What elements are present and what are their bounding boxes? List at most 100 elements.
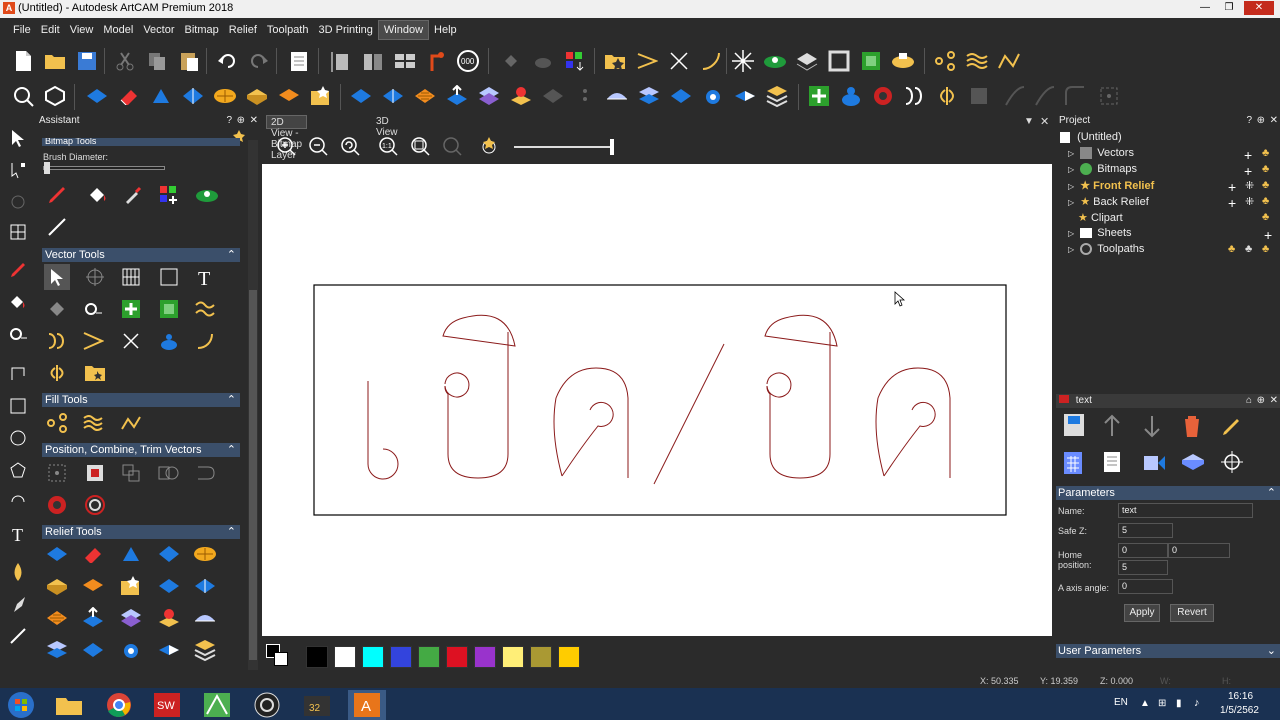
relief-flat-icon[interactable]	[668, 83, 694, 109]
color-swatch-white[interactable]	[334, 646, 356, 668]
favorite-zoom-icon[interactable]	[480, 136, 500, 159]
toolpath-mirror-icon[interactable]	[934, 83, 960, 109]
notes-page-icon[interactable]	[1102, 450, 1122, 477]
nest-icon[interactable]	[82, 460, 108, 486]
star-burst-icon[interactable]	[730, 48, 756, 74]
color-swatch-gold[interactable]	[558, 646, 580, 668]
project-item-toolpaths[interactable]: ▷ Toolpaths	[1068, 243, 1144, 259]
add-front-relief-icon[interactable]: +	[1228, 179, 1236, 195]
move-down-icon[interactable]	[1142, 414, 1162, 441]
relief-tool-d-icon[interactable]	[156, 541, 182, 567]
close-icon[interactable]: ✕	[250, 114, 258, 128]
tab-2d-view[interactable]: 2D View - Bitmap Layer	[266, 115, 308, 161]
vector-jar-icon[interactable]	[156, 328, 182, 354]
select-arrow-icon[interactable]	[6, 126, 30, 150]
node-dots-icon[interactable]	[932, 48, 958, 74]
fill-tools-header[interactable]: Fill Tools ⌃	[42, 393, 240, 407]
relief-button-icon[interactable]	[762, 48, 788, 74]
polyline-icon[interactable]	[996, 48, 1022, 74]
relief-texture-b-icon[interactable]	[412, 83, 438, 109]
fill-polyline-icon[interactable]	[118, 410, 144, 436]
zoom-disabled-icon[interactable]	[442, 136, 462, 159]
pencil-red-icon[interactable]	[6, 258, 30, 282]
align-center-icon[interactable]	[44, 460, 70, 486]
layers-stack-icon[interactable]	[794, 48, 820, 74]
relief-drop-icon[interactable]	[508, 83, 534, 109]
a-axis-angle-input[interactable]: 0	[1118, 579, 1173, 594]
edit-pencil-icon[interactable]	[1220, 414, 1242, 441]
relief-tool-q-icon[interactable]	[80, 637, 106, 663]
tab-3d-view[interactable]: 3D View	[372, 115, 402, 138]
menu-3d-printing[interactable]: 3D Printing	[313, 21, 377, 39]
file-explorer-icon[interactable]	[50, 690, 88, 720]
vector-tools-header[interactable]: Vector Tools ⌃	[42, 248, 240, 262]
relief-layers-icon[interactable]	[636, 83, 662, 109]
vector-scissor-icon[interactable]	[118, 328, 144, 354]
zoom-box-icon[interactable]	[10, 83, 36, 109]
node-square-icon[interactable]	[1096, 83, 1122, 109]
vector-add-green-icon[interactable]	[118, 296, 144, 322]
project-item-front-relief[interactable]: ▷ ★ Front Relief	[1068, 179, 1154, 195]
apply-button[interactable]: Apply	[1124, 604, 1160, 622]
vector-rectangle-icon[interactable]	[156, 264, 182, 290]
vector-select-icon[interactable]	[44, 264, 70, 290]
color-swatch-black[interactable]	[306, 646, 328, 668]
lasso-icon[interactable]	[6, 362, 30, 386]
vector-curve-icon[interactable]	[192, 328, 218, 354]
view-menu-chevron-icon[interactable]: ▼	[1024, 116, 1034, 127]
curve-grey-c-icon[interactable]	[1062, 83, 1088, 109]
clipart-bulb-icon[interactable]: ♣	[1262, 211, 1269, 223]
relief-tool-i-icon[interactable]	[156, 573, 182, 599]
relief-waves-icon[interactable]	[276, 83, 302, 109]
curve-grey-b-icon[interactable]	[1032, 83, 1058, 109]
offset-ring-icon[interactable]	[82, 492, 108, 518]
add-green-icon[interactable]	[806, 83, 832, 109]
zoom-fit-icon[interactable]	[410, 136, 430, 159]
vector-group-icon[interactable]	[156, 296, 182, 322]
back-relief-grid-icon[interactable]: ⁜	[1245, 195, 1254, 208]
fill-bucket-icon[interactable]	[6, 290, 30, 314]
relief-tool-l-icon[interactable]	[80, 605, 106, 631]
relief-tool-s-icon[interactable]	[156, 637, 182, 663]
close-window-button[interactable]: ✕	[1244, 1, 1274, 15]
menu-vector[interactable]: Vector	[138, 21, 179, 39]
relief-cam-icon[interactable]	[700, 83, 726, 109]
relief-tool-t-icon[interactable]	[192, 637, 218, 663]
save-toolpath-icon[interactable]	[1062, 412, 1086, 441]
color-add-icon[interactable]	[156, 182, 182, 208]
delete-icon[interactable]	[1182, 414, 1202, 441]
fill-dots-icon[interactable]	[44, 410, 70, 436]
relief-split-icon[interactable]	[380, 83, 406, 109]
vector-wave-icon[interactable]	[192, 296, 218, 322]
artcam-active-icon[interactable]: A	[348, 690, 386, 720]
project-pin-icon[interactable]: ⊕	[1257, 114, 1265, 128]
safe-z-input[interactable]: 5	[1118, 523, 1173, 538]
calculator-icon[interactable]	[1062, 450, 1084, 479]
relief-tool-h-icon[interactable]	[118, 573, 144, 599]
toolpath-jar-icon[interactable]	[838, 83, 864, 109]
revert-button[interactable]: Revert	[1170, 604, 1214, 622]
toolpath-tooth-a-icon[interactable]: ♣	[1228, 243, 1235, 255]
relief-tool-j-icon[interactable]	[192, 573, 218, 599]
relief-shape-c-icon[interactable]	[180, 83, 206, 109]
toolpath-tooth-b-icon[interactable]: ♣	[1245, 243, 1252, 255]
model-position-icon[interactable]	[360, 48, 386, 74]
help-icon[interactable]: ?	[226, 114, 232, 128]
menu-bitmap[interactable]: Bitmap	[180, 21, 224, 39]
redo-icon[interactable]	[246, 48, 272, 74]
bitmap-pin-icon[interactable]	[424, 48, 450, 74]
project-item-sheets[interactable]: ▷ Sheets	[1068, 227, 1132, 243]
relief-gold-icon[interactable]	[244, 83, 270, 109]
color-swatch-olive[interactable]	[530, 646, 552, 668]
text-panel-home-icon[interactable]: ⌂	[1246, 394, 1252, 408]
menu-window[interactable]: Window	[377, 20, 430, 40]
project-item-bitmaps[interactable]: ▷ Bitmaps	[1068, 163, 1137, 179]
relief-multilayer-icon[interactable]	[764, 83, 790, 109]
notes-icon[interactable]	[286, 48, 312, 74]
project-item-clipart[interactable]: ★ Clipart	[1068, 211, 1123, 227]
relief-up-icon[interactable]	[444, 83, 470, 109]
color-swatch-green[interactable]	[418, 646, 440, 668]
artcam-green-icon[interactable]	[198, 690, 236, 720]
transform-toolpath-icon[interactable]	[1220, 450, 1244, 477]
relief-dots-icon[interactable]	[572, 83, 598, 109]
